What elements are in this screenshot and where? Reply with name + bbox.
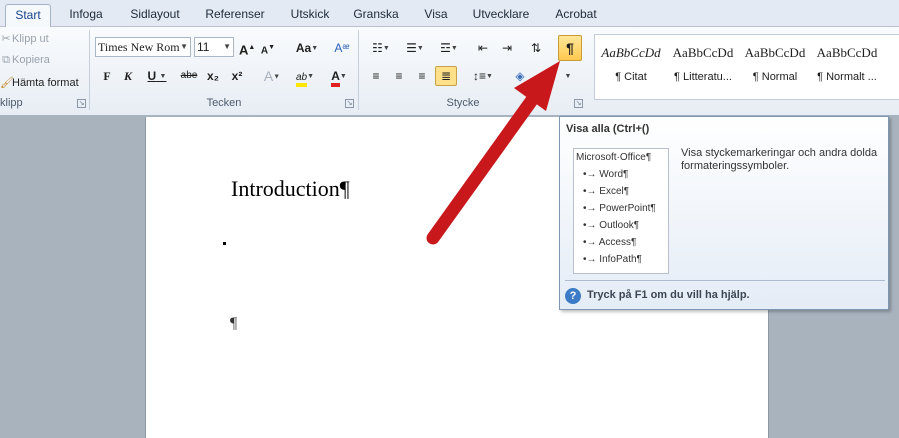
annotation-arrow bbox=[426, 61, 560, 245]
arrow-shaft bbox=[426, 93, 539, 245]
arrow-head bbox=[514, 61, 560, 111]
